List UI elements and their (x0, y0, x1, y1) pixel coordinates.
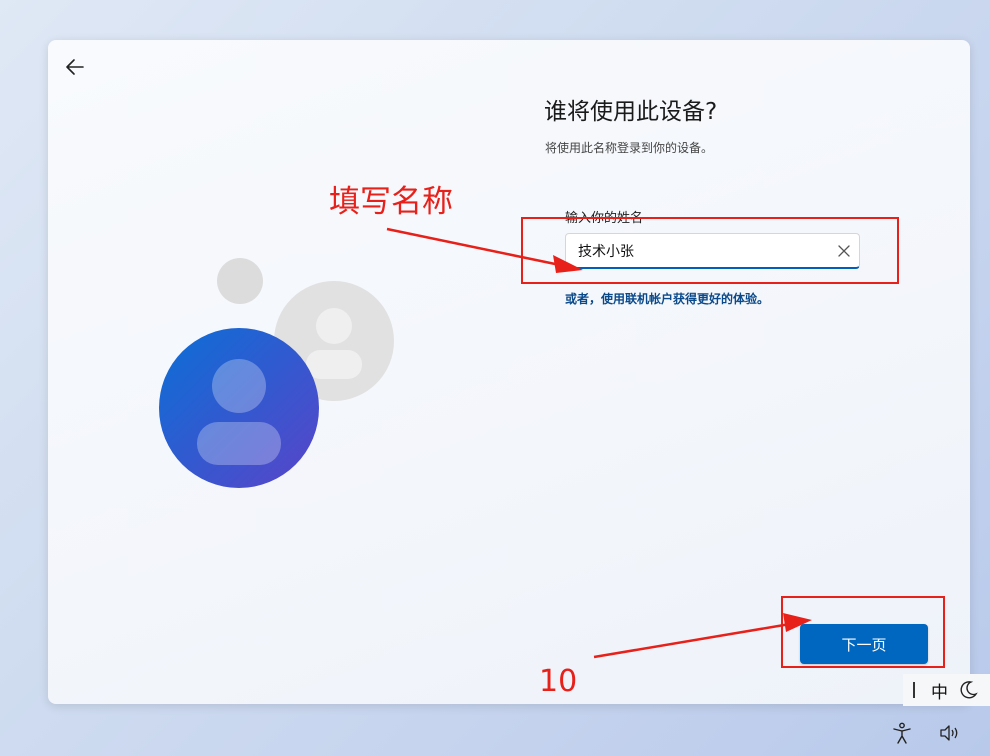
annotation-step-number: 10 (539, 664, 578, 699)
next-button[interactable]: 下一页 (800, 624, 928, 664)
accessibility-icon[interactable] (892, 722, 912, 744)
moon-icon[interactable] (958, 680, 978, 700)
ime-bar: 中 (903, 674, 990, 706)
ime-language-indicator[interactable]: 中 (931, 678, 948, 703)
volume-icon[interactable] (939, 724, 961, 742)
ime-separator (913, 682, 915, 698)
